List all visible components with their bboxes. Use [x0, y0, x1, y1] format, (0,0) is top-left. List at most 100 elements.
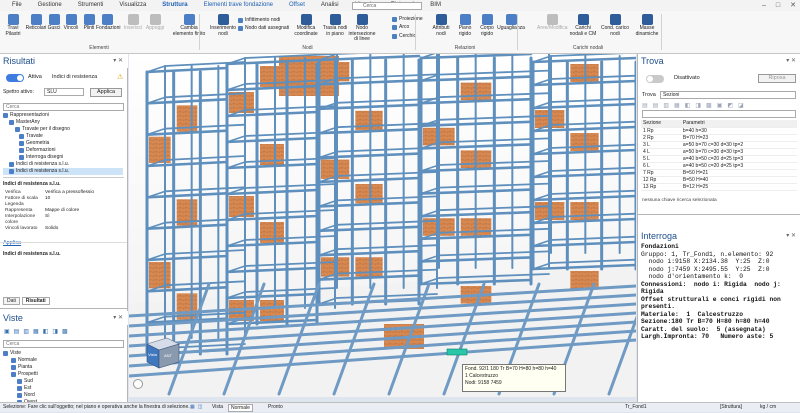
tab-risultati[interactable]: Risultati: [21, 297, 50, 305]
table-row[interactable]: 5 La=40 b=50 c=20 d=25 tp=3: [641, 155, 797, 163]
prop-value[interactable]: Solido: [45, 226, 58, 232]
view-icon[interactable]: ▤: [14, 328, 20, 335]
tab-dati[interactable]: Dati: [3, 297, 20, 305]
tree-item[interactable]: Interroga disegni: [3, 154, 123, 161]
viste-search-input[interactable]: Cerca: [3, 340, 124, 348]
tool-icon[interactable]: ▥: [663, 102, 669, 109]
find-toggle[interactable]: [646, 75, 664, 83]
ribbon-button-fondazioni[interactable]: Fondazioni: [96, 14, 120, 32]
tool-icon[interactable]: ▤: [642, 102, 648, 109]
ribbon-button-aree-modifica[interactable]: Aree/Modifica: [537, 14, 568, 32]
vista-select[interactable]: Normale: [228, 403, 253, 412]
find-search-input[interactable]: [642, 110, 796, 118]
tool-icon[interactable]: ◪: [738, 102, 744, 109]
tool-icon[interactable]: ▩: [706, 102, 712, 109]
menu-gestione[interactable]: Gestione: [30, 0, 70, 11]
table-row[interactable]: 1 Rp b=40 h=30: [641, 127, 797, 135]
ribbon-button-cond-carico[interactable]: Cond. carico nodi: [600, 14, 630, 37]
find-pin-icon[interactable]: ▾ ✕: [786, 57, 796, 64]
riposa-button[interactable]: Riposa: [758, 74, 796, 83]
viste-pin-icon[interactable]: ▾ ✕: [113, 314, 123, 321]
tree-item[interactable]: MasterAny: [3, 119, 123, 126]
applica-button[interactable]: Applica: [90, 88, 122, 97]
menu-elementi-trave-fondazione[interactable]: Elementi trave fondazione: [196, 0, 281, 11]
ribbon-small-1[interactable]: Nodo dati assegnati: [238, 25, 289, 31]
view-tree-item[interactable]: Normale: [3, 357, 123, 364]
maximize-icon[interactable]: □: [776, 0, 780, 11]
menu-offset[interactable]: Offset: [281, 0, 313, 11]
view-cube[interactable]: Vista ANT: [143, 334, 183, 370]
menu-strumenti[interactable]: Strumenti: [70, 0, 112, 11]
prop-value[interactable]: Verifica a pressoflessio: [45, 190, 94, 196]
tree-item[interactable]: Travate per il disegno: [3, 126, 123, 133]
prop-value[interactable]: Mappe di colore: [45, 208, 79, 214]
ribbon-small-0[interactable]: Infittimento nodi: [238, 17, 280, 23]
ribbon-button-travi[interactable]: Travi Pilastri: [2, 14, 24, 37]
tree-item[interactable]: Indici di resistenza s.l.u.: [3, 161, 123, 168]
tool-icon[interactable]: ◩: [727, 102, 733, 109]
ribbon-small-2[interactable]: Proiezione: [392, 16, 423, 22]
interroga-pin-icon[interactable]: ▾ ✕: [786, 232, 796, 239]
column-header[interactable]: Parametri: [680, 120, 797, 128]
view-tree-item[interactable]: Prospetti: [3, 371, 123, 378]
ribbon-small-4[interactable]: Cerchio: [392, 33, 416, 39]
ribbon-button-masse[interactable]: Masse dinamiche: [632, 14, 662, 37]
tool-icon[interactable]: ▤: [653, 102, 659, 109]
ribbon-button-appoggi[interactable]: Appoggi: [144, 14, 166, 32]
table-row[interactable]: 6 La=40 b=50 c=20 d=25 tp=3: [641, 162, 797, 170]
prop-value[interactable]: Sì: [45, 214, 50, 226]
status-units[interactable]: kg / cm: [760, 403, 776, 412]
tree-item[interactable]: Rappresentazioni: [3, 112, 123, 119]
ribbon-small-3[interactable]: Arco: [392, 24, 409, 30]
tool-icon[interactable]: ◨: [695, 102, 701, 109]
tree-item[interactable]: Geometria: [3, 140, 123, 147]
view-icon[interactable]: ◧: [43, 328, 49, 335]
tool-icon[interactable]: ▣: [717, 102, 723, 109]
table-row[interactable]: 2 Rp B=70 H=23: [641, 134, 797, 142]
snap-icon[interactable]: ◫: [198, 403, 203, 412]
results-search-input[interactable]: Cerca: [3, 103, 124, 111]
active-toggle[interactable]: [6, 74, 24, 82]
grid-icon[interactable]: ▦: [190, 403, 195, 412]
3d-viewport[interactable]: Vista ANT: [129, 54, 636, 397]
ribbon-button-modifica[interactable]: Modifica coordinate: [291, 14, 321, 37]
view-icon[interactable]: ◨: [52, 328, 58, 335]
tree-item[interactable]: Deformazioni: [3, 147, 123, 154]
view-tree-item[interactable]: Est: [3, 385, 123, 392]
menu-visualizza[interactable]: Visualizza: [111, 0, 154, 11]
tool-icon[interactable]: ◧: [685, 102, 691, 109]
trova-select[interactable]: Sezioni: [660, 91, 796, 99]
menu-file[interactable]: File: [4, 0, 30, 11]
ribbon-button-inserimento[interactable]: Inserimento nodi: [208, 14, 238, 37]
view-toggle-icon[interactable]: [133, 379, 143, 389]
menu-search-input[interactable]: Cerca: [352, 2, 422, 10]
view-tree-item[interactable]: Nord: [3, 392, 123, 399]
table-row[interactable]: 12 Rp B=50 H=40: [641, 176, 797, 184]
tree-item[interactable]: Indici di resistenza s.l.u.: [3, 168, 123, 175]
table-row[interactable]: 7 Rp B=50 H=21: [641, 169, 797, 177]
table-row[interactable]: 3 La=50 b=70 c=30 d=30 tp=2: [641, 141, 797, 149]
view-tree-item[interactable]: Pianta: [3, 364, 123, 371]
close-icon[interactable]: ✕: [790, 0, 796, 11]
menu-struttura[interactable]: Struttura: [154, 0, 196, 12]
view-icon[interactable]: ▩: [62, 328, 68, 335]
spettro-select[interactable]: SLU: [44, 88, 84, 96]
ribbon-button-inserisci[interactable]: Inserisci: [122, 14, 144, 32]
view-icon[interactable]: ▣: [4, 328, 10, 335]
minimize-icon[interactable]: –: [762, 0, 766, 11]
ribbon-button-cambia[interactable]: Cambia elemento finito: [170, 14, 208, 37]
tool-icon[interactable]: ▦: [674, 102, 680, 109]
table-row[interactable]: 13 Rp B=12 H=25: [641, 183, 797, 191]
ribbon-button-carichi[interactable]: Carichi nodali e CM: [568, 14, 598, 37]
ribbon-button-nodo-intersezione[interactable]: Nodo intersezione di linee: [347, 14, 377, 43]
panel-pin-icon[interactable]: ▾ ✕: [113, 57, 123, 64]
prop-value[interactable]: 10: [45, 196, 50, 202]
ribbon-button-uguaglianza[interactable]: Uguaglianza: [496, 14, 526, 32]
view-tree-item[interactable]: Viste: [3, 350, 123, 357]
view-icon[interactable]: ▦: [33, 328, 39, 335]
view-icon[interactable]: ▥: [23, 328, 29, 335]
menu-bim[interactable]: BIM: [422, 0, 449, 11]
tree-item[interactable]: Travate: [3, 133, 123, 140]
menu-analisi[interactable]: Analisi: [313, 0, 347, 11]
view-tree-item[interactable]: Sud: [3, 378, 123, 385]
